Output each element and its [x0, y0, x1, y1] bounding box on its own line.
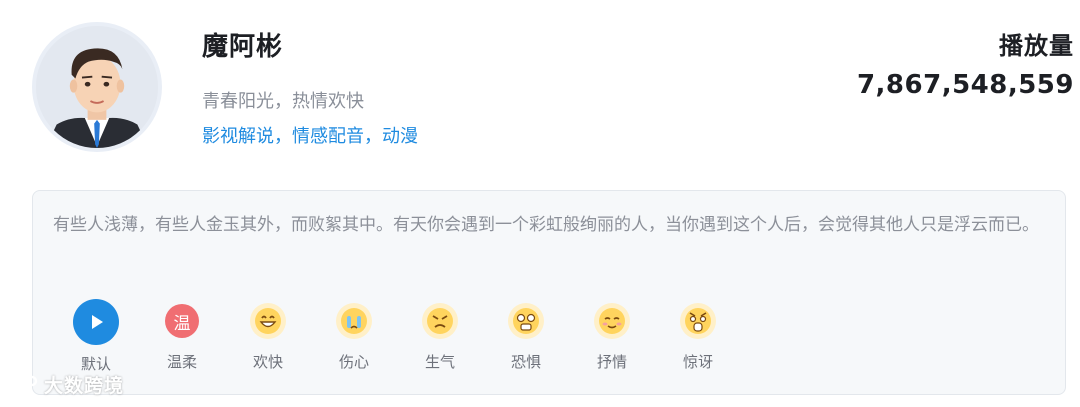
- fear-face-icon[interactable]: [508, 303, 544, 339]
- emotion-gentle[interactable]: 温 温柔: [139, 299, 225, 374]
- profile-name: 魔阿彬: [202, 32, 284, 62]
- emotion-list: 默认 温 温柔 欢快 伤心 生气 恐惧 抒情 惊讶: [53, 299, 741, 374]
- emotion-fear[interactable]: 恐惧: [483, 299, 569, 374]
- plays-label: 播放量: [999, 32, 1074, 60]
- warm-badge-icon[interactable]: 温: [165, 304, 199, 338]
- angry-face-icon[interactable]: [422, 303, 458, 339]
- watermark-logo-icon: [8, 371, 38, 398]
- sample-text: 有些人浅薄，有些人金玉其外，而败絮其中。有天你会遇到一个彩虹般绚丽的人，当你遇到…: [53, 215, 1039, 235]
- emotion-label: 抒情: [596, 353, 627, 371]
- profile-tags[interactable]: 影视解说，情感配音，动漫: [202, 122, 418, 148]
- emotion-label: 惊讶: [682, 353, 713, 371]
- emotion-label: 恐惧: [510, 353, 541, 371]
- plays-count: 7,867,548,559: [856, 70, 1074, 100]
- emotion-label: 伤心: [338, 353, 369, 371]
- surprised-face-icon[interactable]: [680, 303, 716, 339]
- emotion-default[interactable]: 默认: [53, 299, 139, 374]
- emotion-label: 欢快: [252, 353, 283, 371]
- emotion-label: 生气: [424, 353, 455, 371]
- avatar: [32, 22, 162, 152]
- watermark-text: 大数跨境: [44, 375, 125, 397]
- profile-description: 青春阳光，热情欢快: [202, 91, 364, 112]
- emotion-angry[interactable]: 生气: [397, 299, 483, 374]
- play-icon[interactable]: [73, 299, 119, 345]
- emotion-happy[interactable]: 欢快: [225, 299, 311, 374]
- avatar-portrait: [36, 26, 158, 148]
- watermark: 大数跨境: [8, 371, 124, 398]
- emotion-lyrical[interactable]: 抒情: [569, 299, 655, 374]
- lyrical-face-icon[interactable]: [594, 303, 630, 339]
- sample-panel: 有些人浅薄，有些人金玉其外，而败絮其中。有天你会遇到一个彩虹般绚丽的人，当你遇到…: [32, 190, 1066, 395]
- happy-face-icon[interactable]: [250, 303, 286, 339]
- emotion-sad[interactable]: 伤心: [311, 299, 397, 374]
- sad-face-icon[interactable]: [336, 303, 372, 339]
- emotion-label: 温柔: [166, 353, 197, 371]
- emotion-surprised[interactable]: 惊讶: [655, 299, 741, 374]
